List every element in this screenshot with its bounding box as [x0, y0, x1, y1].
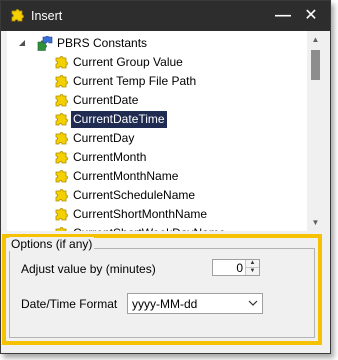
- adjust-value-input[interactable]: 0: [236, 261, 243, 275]
- collapse-triangle-icon[interactable]: [19, 40, 26, 47]
- tree-item-label: CurrentShortWeekDayName: [73, 224, 226, 231]
- tree-item-label: Current Temp File Path: [73, 74, 197, 88]
- puzzle-piece-icon: [55, 113, 68, 126]
- spin-up-arrow-icon[interactable]: ▲: [246, 260, 259, 268]
- tree-root-label: PBRS Constants: [57, 36, 148, 50]
- options-group-title: Options (if any): [9, 237, 95, 251]
- tree-item-label: CurrentDateTime: [71, 111, 167, 128]
- tree-item-label: CurrentScheduleName: [73, 188, 196, 202]
- tree-item-label: CurrentShortMonthName: [73, 207, 208, 221]
- adjust-value-label: Adjust value by (minutes): [21, 262, 156, 276]
- puzzle-piece-icon: [55, 189, 68, 202]
- window-title: Insert: [31, 9, 63, 23]
- constants-tree[interactable]: PBRS Constants Current Group Value Curren…: [7, 31, 324, 231]
- tree-item-label: Current Group Value: [73, 55, 183, 69]
- tree-item-label: CurrentDay: [73, 131, 135, 145]
- datetime-format-value: yyyy-MM-dd: [132, 297, 198, 311]
- puzzle-piece-icon: [55, 75, 68, 88]
- spin-down-arrow-icon[interactable]: ▼: [246, 268, 259, 275]
- minimize-button[interactable]: —: [272, 5, 294, 27]
- scroll-down-arrow-icon[interactable]: ▼: [307, 214, 324, 231]
- puzzle-group-icon: [37, 36, 53, 51]
- close-button[interactable]: ✕: [300, 5, 322, 27]
- puzzle-piece-icon: [55, 132, 68, 145]
- tree-item-label: CurrentMonth: [73, 150, 147, 164]
- spinner-buttons: ▲ ▼: [245, 260, 259, 275]
- puzzle-piece-icon: [11, 9, 24, 22]
- puzzle-piece-icon: [55, 227, 67, 231]
- puzzle-piece-icon: [55, 151, 68, 164]
- puzzle-piece-icon: [55, 56, 68, 69]
- puzzle-piece-icon: [55, 94, 68, 107]
- insert-dialog: Insert — ✕ PBRS Constants Current Group …: [0, 0, 331, 354]
- scroll-thumb[interactable]: [311, 50, 320, 80]
- puzzle-piece-icon: [55, 208, 68, 221]
- chevron-down-icon[interactable]: [248, 297, 258, 309]
- scroll-up-arrow-icon[interactable]: ▲: [307, 31, 324, 48]
- tree-item-label: CurrentDate: [73, 93, 139, 107]
- puzzle-piece-icon: [55, 170, 68, 183]
- tree-item-label: CurrentMonthName: [73, 169, 179, 183]
- tree-scrollbar[interactable]: ▲ ▼: [307, 31, 324, 231]
- adjust-value-spinner[interactable]: 0 ▲ ▼: [212, 259, 260, 276]
- datetime-format-select[interactable]: yyyy-MM-dd: [127, 293, 263, 314]
- title-bar: Insert — ✕: [1, 1, 330, 31]
- datetime-format-label: Date/Time Format: [21, 297, 118, 311]
